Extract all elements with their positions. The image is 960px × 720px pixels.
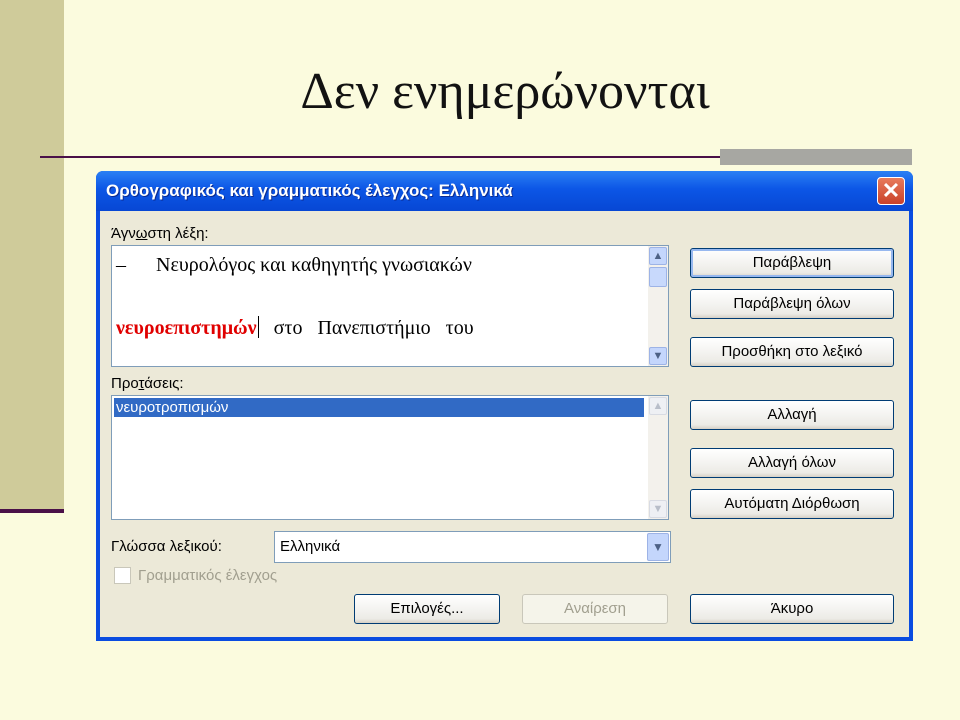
unknown-word-label: Άγνωστη λέξη:	[111, 225, 209, 242]
close-icon[interactable]: ✕	[877, 177, 905, 205]
suggestion-item[interactable]: νευροτροπισμών	[114, 398, 644, 417]
dialog-title: Ορθογραφικός και γραμματικός έλεγχος: Ελ…	[106, 181, 513, 200]
label-part: στη λέξη:	[147, 225, 209, 242]
cancel-button-label: Άκυρο	[770, 600, 814, 617]
language-combobox[interactable]: Ελληνικά ▼	[274, 531, 671, 563]
chevron-up-icon[interactable]: ▲	[649, 247, 667, 265]
change-all-button[interactable]: Αλλαγή όλων	[690, 448, 894, 478]
undo-button[interactable]: Αναίρεση	[522, 594, 668, 624]
label-part: Προ	[111, 375, 139, 392]
chevron-up-icon[interactable]: ▲	[649, 397, 667, 415]
ignore-all-button[interactable]: Παράβλεψη όλων	[690, 289, 894, 319]
sentence-textbox[interactable]: – Νευρολόγος και καθηγητής γνωσιακών νευ…	[111, 245, 669, 367]
change-button-label: Αλλαγή	[767, 406, 817, 423]
language-label: Γλώσσα λεξικού:	[111, 538, 222, 555]
chevron-down-icon[interactable]: ▼	[647, 533, 669, 561]
options-button-label: Επιλογές...	[390, 600, 464, 617]
ignore-button[interactable]: Παράβλεψη	[690, 248, 894, 278]
grammar-check-checkbox[interactable]	[114, 567, 131, 584]
ignore-all-button-label: Παράβλεψη όλων	[733, 295, 851, 312]
add-to-dictionary-button[interactable]: Προσθήκη στο λεξικό	[690, 337, 894, 367]
suggestions-label: Προτάσεις:	[111, 375, 184, 392]
add-to-dictionary-label: Προσθήκη στο λεξικό	[721, 343, 863, 360]
language-value: Ελληνικά	[280, 538, 341, 555]
sentence-scrollbar[interactable]: ▲ ▼	[648, 246, 668, 366]
autocorrect-button-label: Αυτόματη Διόρθωση	[724, 495, 860, 512]
change-button[interactable]: Αλλαγή	[690, 400, 894, 430]
label-part: Άγν	[111, 225, 136, 242]
slide-gray-bar	[720, 149, 912, 165]
options-button[interactable]: Επιλογές...	[354, 594, 500, 624]
dialog-client-area: Άγνωστη λέξη: – Νευρολόγος και καθηγητής…	[100, 211, 909, 637]
sentence-line-2: νευροεπιστημών στο Πανεπιστήμιο του	[116, 316, 474, 340]
spelling-grammar-dialog: Ορθογραφικός και γραμματικός έλεγχος: Ελ…	[96, 171, 913, 641]
slide-title: Δεν ενημερώνονται	[300, 63, 710, 120]
error-word[interactable]: νευροεπιστημών	[116, 317, 257, 339]
chevron-down-icon[interactable]: ▼	[649, 347, 667, 365]
slide-side-accent-line	[0, 509, 64, 513]
label-accesskey: ω	[135, 225, 148, 242]
scrollbar-thumb[interactable]	[649, 267, 667, 287]
grammar-check-label: Γραμματικός έλεγχος	[138, 567, 278, 584]
change-all-button-label: Αλλαγή όλων	[747, 454, 836, 471]
suggestions-scrollbar[interactable]: ▲ ▼	[648, 396, 668, 519]
suggestions-list[interactable]: νευροτροπισμών ▲ ▼	[111, 395, 669, 520]
sentence-line-1: – Νευρολόγος και καθηγητής γνωσιακών	[116, 254, 472, 276]
label-part: άσεις:	[144, 375, 184, 392]
ignore-button-label: Παράβλεψη	[752, 254, 832, 271]
dialog-titlebar[interactable]: Ορθογραφικός και γραμματικός έλεγχος: Ελ…	[96, 171, 913, 211]
title-underline	[40, 156, 720, 158]
sentence-line-2-rest: στο Πανεπιστήμιο του	[258, 317, 474, 339]
chevron-down-icon[interactable]: ▼	[649, 500, 667, 518]
autocorrect-button[interactable]: Αυτόματη Διόρθωση	[690, 489, 894, 519]
undo-button-label: Αναίρεση	[563, 600, 627, 617]
cancel-button[interactable]: Άκυρο	[690, 594, 894, 624]
